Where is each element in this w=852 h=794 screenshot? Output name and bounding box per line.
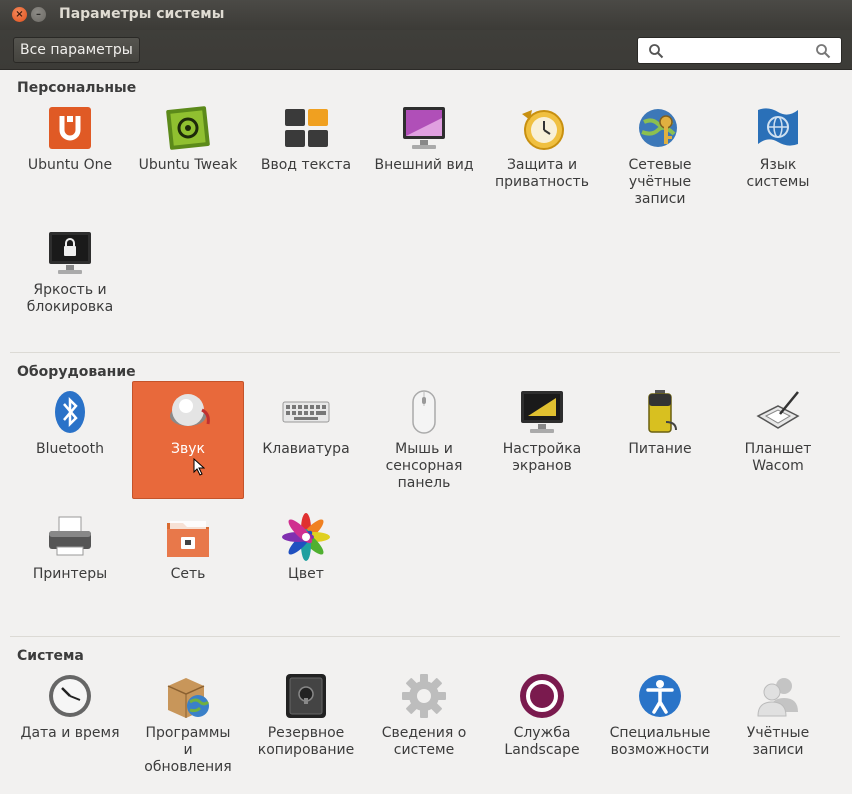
users-icon bbox=[757, 678, 798, 717]
brightness-lock-icon bbox=[49, 232, 91, 274]
display-icon bbox=[521, 391, 563, 433]
item-user-accounts[interactable]: Учётные записи bbox=[722, 672, 834, 759]
online-accounts-icon bbox=[639, 109, 677, 147]
item-security-privacy[interactable]: Защита и приватность bbox=[486, 104, 598, 191]
keyboard-icon bbox=[282, 401, 330, 423]
item-label: Мышь и сенсорная панель bbox=[385, 441, 463, 491]
battery-icon bbox=[648, 390, 677, 433]
item-label: Bluetooth bbox=[36, 441, 104, 457]
item-label: Планшет Wacom bbox=[744, 441, 812, 474]
item-date-time[interactable]: Дата и время bbox=[14, 672, 126, 742]
section-separator bbox=[10, 636, 840, 637]
item-appearance[interactable]: Внешний вид bbox=[368, 104, 480, 174]
item-ubuntu-tweak[interactable]: Ubuntu Tweak bbox=[132, 104, 244, 174]
item-label: Цвет bbox=[288, 566, 324, 582]
item-bluetooth[interactable]: Bluetooth bbox=[14, 388, 126, 458]
item-landscape[interactable]: Служба Landscape bbox=[486, 672, 598, 759]
item-accessibility[interactable]: Специальные возможности bbox=[604, 672, 716, 759]
item-backup[interactable]: Резервное копирование bbox=[250, 672, 362, 759]
item-label: Программы и обновления bbox=[144, 725, 232, 775]
item-label: Служба Landscape bbox=[504, 725, 580, 758]
bluetooth-icon bbox=[55, 391, 85, 433]
item-sound[interactable]: Звук bbox=[132, 381, 244, 499]
item-label: Язык системы bbox=[746, 157, 810, 190]
printer-icon bbox=[49, 516, 91, 556]
ubuntu-one-icon bbox=[49, 107, 91, 149]
item-label: Ubuntu Tweak bbox=[138, 157, 238, 173]
security-clock-icon bbox=[522, 110, 564, 150]
item-label: Ubuntu One bbox=[27, 157, 113, 173]
window-title: Параметры системы bbox=[59, 6, 225, 22]
appearance-monitor-icon bbox=[403, 107, 445, 149]
clock-icon bbox=[49, 675, 91, 717]
section-title-hardware: Оборудование bbox=[17, 364, 136, 380]
item-software-updates[interactable]: Программы и обновления bbox=[132, 672, 244, 776]
item-label: Яркость и блокировка bbox=[26, 282, 114, 315]
item-network[interactable]: Сеть bbox=[132, 513, 244, 583]
item-online-accounts[interactable]: Сетевые учётные записи bbox=[604, 104, 716, 208]
item-label: Принтеры bbox=[32, 566, 108, 582]
mouse-cursor-icon bbox=[193, 458, 205, 476]
search-field[interactable] bbox=[637, 37, 842, 64]
item-label: Сведения о системе bbox=[381, 725, 467, 758]
section-title-system: Система bbox=[17, 648, 84, 664]
speaker-icon bbox=[170, 394, 210, 426]
search-clear-icon[interactable] bbox=[815, 43, 831, 59]
system-settings-window: × – Параметры системы Все параметры Перс… bbox=[0, 0, 852, 794]
item-keyboard[interactable]: Клавиатура bbox=[250, 388, 362, 458]
item-wacom-tablet[interactable]: Планшет Wacom bbox=[722, 388, 834, 475]
gear-icon bbox=[402, 674, 446, 718]
item-label: Внешний вид bbox=[374, 157, 474, 173]
item-brightness-lock[interactable]: Яркость и блокировка bbox=[14, 229, 126, 316]
item-mouse-touchpad[interactable]: Мышь и сенсорная панель bbox=[368, 388, 480, 492]
item-displays[interactable]: Настройка экранов bbox=[486, 388, 598, 475]
item-power[interactable]: Питание bbox=[604, 388, 716, 458]
search-input[interactable] bbox=[670, 41, 810, 60]
all-settings-button[interactable]: Все параметры bbox=[13, 37, 140, 63]
item-text-entry[interactable]: Ввод текста bbox=[250, 104, 362, 174]
item-label: Питание bbox=[628, 441, 692, 457]
item-language-support[interactable]: Язык системы bbox=[722, 104, 834, 191]
item-label: Звук bbox=[171, 441, 205, 457]
software-box-icon bbox=[167, 678, 210, 718]
item-color[interactable]: Цвет bbox=[250, 513, 362, 583]
mouse-icon bbox=[412, 390, 436, 434]
item-ubuntu-one[interactable]: Ubuntu One bbox=[14, 104, 126, 174]
network-folder-icon bbox=[167, 521, 209, 557]
keyboard-layout-icon bbox=[285, 109, 328, 147]
toolbar: Все параметры bbox=[0, 30, 852, 70]
item-label: Клавиатура bbox=[262, 441, 350, 457]
section-title-personal: Персональные bbox=[17, 80, 137, 96]
minimize-button[interactable]: – bbox=[31, 7, 46, 22]
accessibility-icon bbox=[639, 675, 681, 717]
color-flower-icon bbox=[282, 513, 330, 561]
item-label: Учётные записи bbox=[746, 725, 810, 758]
item-label: Сетевые учётные записи bbox=[628, 157, 692, 207]
close-button[interactable]: × bbox=[12, 7, 27, 22]
landscape-icon bbox=[520, 674, 564, 718]
item-label: Защита и приватность bbox=[495, 157, 589, 190]
section-separator bbox=[10, 352, 840, 353]
item-system-info[interactable]: Сведения о системе bbox=[368, 672, 480, 759]
safe-icon bbox=[286, 674, 326, 718]
item-printers[interactable]: Принтеры bbox=[14, 513, 126, 583]
search-icon bbox=[649, 44, 664, 59]
item-label: Сеть bbox=[170, 566, 206, 582]
item-label: Настройка экранов bbox=[502, 441, 582, 474]
ubuntu-tweak-icon bbox=[166, 106, 210, 150]
item-label: Специальные возможности bbox=[609, 725, 711, 758]
wacom-tablet-icon bbox=[756, 391, 800, 429]
language-flag-icon bbox=[758, 108, 798, 146]
item-label: Дата и время bbox=[20, 725, 120, 741]
title-bar: × – Параметры системы bbox=[0, 0, 852, 30]
item-label: Ввод текста bbox=[260, 157, 352, 173]
item-label: Резервное копирование bbox=[257, 725, 355, 758]
